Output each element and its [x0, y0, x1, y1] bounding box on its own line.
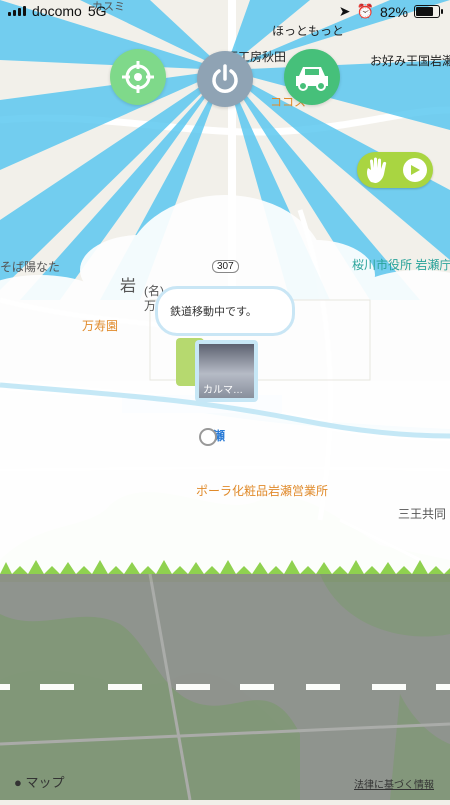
route-shield: 307 — [212, 260, 239, 273]
vehicle-thumbnail[interactable]: カルマ… — [195, 340, 258, 402]
legal-link[interactable]: 法律に基づく情報 — [354, 776, 434, 791]
battery-percent: 82% — [379, 3, 408, 20]
car-button[interactable] — [284, 49, 340, 105]
battery-icon — [414, 5, 443, 18]
map-label-hotto-motto: ほっともっと — [272, 24, 345, 38]
apple-logo-icon: ● — [14, 775, 22, 790]
map-label-sakuragawa: 桜川市役所 岩瀬庁 — [352, 258, 450, 272]
crosshair-icon — [122, 61, 154, 93]
power-icon — [212, 64, 238, 93]
alarm-icon: ⏰ — [356, 3, 374, 19]
map-label-manjuen: 万寿園 — [82, 319, 119, 333]
status-bar: docomo 5G ➤ ⏰ 82% — [0, 0, 450, 24]
map-label-iwa: 岩 — [120, 278, 137, 295]
hand-play-button[interactable] — [357, 152, 433, 188]
signal-icon — [8, 6, 26, 16]
status-bubble-text: 鉄道移動中です。 — [170, 306, 257, 318]
vehicle-photo: カルマ… — [199, 344, 254, 398]
map-label-pola: ポーラ化粧品岩瀬営業所 — [196, 484, 329, 498]
map-label-soba: そば陽なた — [0, 260, 61, 274]
hand-icon — [367, 157, 387, 183]
carrier-label: docomo — [32, 3, 82, 19]
network-label: 5G — [87, 3, 107, 19]
map-label-okonomi: お好み王国岩瀬 — [370, 54, 450, 68]
power-button[interactable] — [197, 51, 253, 107]
maps-label: マップ — [25, 775, 65, 790]
road-overlay — [0, 573, 450, 801]
play-icon — [403, 158, 427, 182]
map-label-sannou: 三王共同 — [398, 507, 447, 521]
location-arrow-icon: ➤ — [338, 3, 351, 19]
thumbnail-caption: カルマ… — [203, 385, 243, 396]
maps-attribution: ● マップ — [14, 772, 65, 791]
status-bubble: 鉄道移動中です。 — [155, 286, 295, 336]
current-location-marker — [199, 428, 217, 446]
car-icon — [296, 67, 328, 91]
gps-button[interactable] — [110, 49, 166, 105]
